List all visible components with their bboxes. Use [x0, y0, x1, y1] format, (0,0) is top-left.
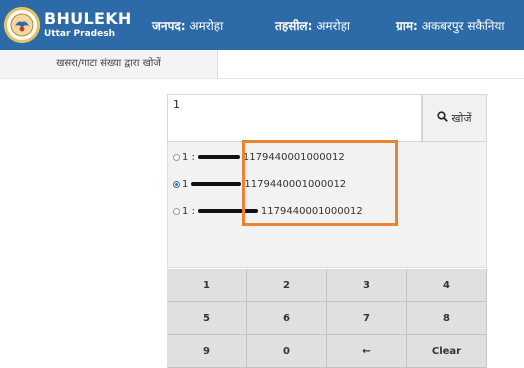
numeric-keypad: 1 2 3 4 5 6 7 8 9 0 ← Clear	[167, 269, 487, 368]
key-7[interactable]: 7	[327, 302, 407, 335]
gram-value: अकबरपुर सकैनिया	[421, 19, 505, 33]
result-radio-2[interactable]	[173, 180, 180, 188]
gram-info: ग्राम: अकबरपुर सकैनिया	[396, 17, 505, 34]
tehsil-info: तहसील: अमरोहा	[275, 17, 350, 34]
key-4[interactable]: 4	[407, 269, 487, 302]
key-6[interactable]: 6	[247, 302, 327, 335]
janpad-value: अमरोहा	[189, 19, 224, 33]
janpad-label: जनपद:	[152, 19, 186, 33]
up-emblem-icon	[4, 7, 40, 43]
search-input[interactable]: 1	[167, 94, 422, 142]
sub-nav: खसरा/गाटा संख्या द्वारा खोजें	[0, 50, 524, 79]
brand[interactable]: BHULEKH Uttar Pradesh	[4, 7, 132, 43]
key-3[interactable]: 3	[327, 269, 407, 302]
code-highlight-box	[242, 140, 398, 226]
emblem-svg	[10, 13, 34, 37]
result-prefix-1: 1 :	[182, 151, 195, 163]
redacted-owner-2	[191, 182, 242, 186]
redacted-owner-1	[197, 155, 240, 159]
key-backspace[interactable]: ←	[327, 335, 407, 368]
backspace-arrow-icon: ←	[362, 345, 371, 357]
result-radio-1[interactable]	[173, 153, 180, 161]
key-8[interactable]: 8	[407, 302, 487, 335]
search-button[interactable]: खोजें	[422, 94, 487, 142]
tehsil-label: तहसील:	[275, 19, 313, 33]
key-clear[interactable]: Clear	[407, 335, 487, 368]
search-button-label: खोजें	[451, 111, 472, 125]
janpad-info: जनपद: अमरोहा	[152, 17, 223, 34]
key-9[interactable]: 9	[167, 335, 247, 368]
result-prefix-2: 1	[182, 178, 189, 190]
tehsil-value: अमरोहा	[316, 19, 351, 33]
search-icon	[437, 111, 449, 125]
brand-title: BHULEKH	[44, 9, 132, 28]
key-5[interactable]: 5	[167, 302, 247, 335]
brand-subtitle: Uttar Pradesh	[44, 29, 115, 39]
result-prefix-3: 1 :	[182, 205, 195, 217]
khasra-search-tab[interactable]: खसरा/गाटा संख्या द्वारा खोजें	[0, 50, 218, 78]
key-2[interactable]: 2	[247, 269, 327, 302]
key-0[interactable]: 0	[247, 335, 327, 368]
app-header: BHULEKH Uttar Pradesh जनपद: अमरोहा तहसील…	[0, 0, 524, 50]
result-radio-3[interactable]	[173, 207, 180, 215]
gram-label: ग्राम:	[396, 19, 418, 33]
key-1[interactable]: 1	[167, 269, 247, 302]
